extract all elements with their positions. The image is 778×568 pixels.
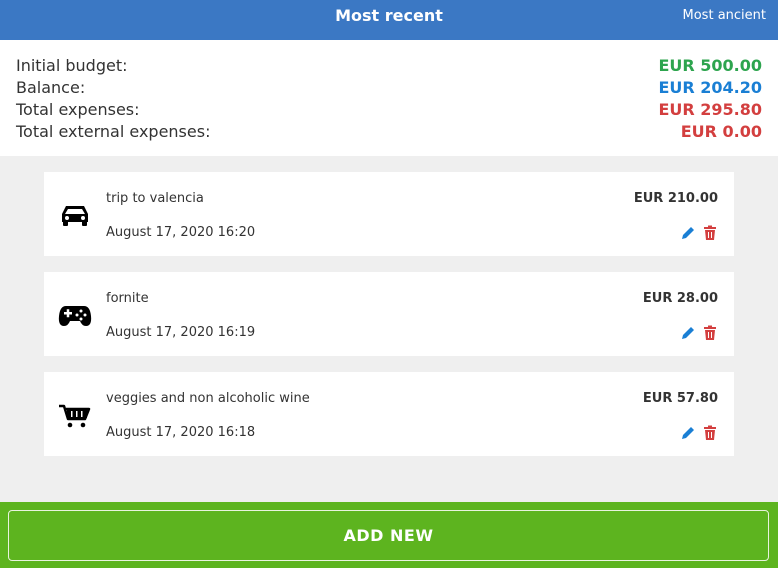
add-new-button[interactable]: ADD NEW: [8, 510, 769, 561]
summary-row-balance: Balance: EUR 204.20: [16, 78, 762, 100]
expense-card[interactable]: veggies and non alcoholic wine EUR 57.80…: [44, 372, 734, 456]
summary-row-total-external-expenses: Total external expenses: EUR 0.00: [16, 122, 762, 144]
summary-row-total-expenses: Total expenses: EUR 295.80: [16, 100, 762, 122]
trash-icon[interactable]: [702, 325, 718, 341]
expense-amount: EUR 57.80: [642, 391, 718, 406]
expense-card[interactable]: fornite EUR 28.00 August 17, 2020 16:19: [44, 272, 734, 356]
expense-date: August 17, 2020 16:20: [106, 225, 256, 240]
expense-date: August 17, 2020 16:18: [106, 425, 256, 440]
initial-budget-label: Initial budget:: [16, 56, 128, 75]
trash-icon[interactable]: [702, 225, 718, 241]
total-external-expenses-label: Total external expenses:: [16, 122, 211, 141]
pencil-icon[interactable]: [680, 225, 696, 241]
footer-bar: ADD NEW: [0, 502, 778, 568]
shopping-cart-icon: [59, 404, 91, 428]
trash-icon[interactable]: [702, 425, 718, 441]
expense-title: fornite: [106, 291, 149, 306]
pencil-icon[interactable]: [680, 325, 696, 341]
expense-amount: EUR 28.00: [642, 291, 718, 306]
pencil-icon[interactable]: [680, 425, 696, 441]
balance-label: Balance:: [16, 78, 86, 97]
expense-title: veggies and non alcoholic wine: [106, 391, 310, 406]
expense-card[interactable]: trip to valencia EUR 210.00 August 17, 2…: [44, 172, 734, 256]
tab-most-recent[interactable]: Most recent: [0, 6, 778, 25]
sort-tabs-bar: Most recent Most ancient: [0, 0, 778, 40]
expense-title: trip to valencia: [106, 191, 204, 206]
car-icon: [62, 206, 88, 226]
total-expenses-value: EUR 295.80: [658, 100, 762, 119]
gamepad-icon: [58, 306, 92, 326]
expense-list: trip to valencia EUR 210.00 August 17, 2…: [0, 156, 778, 502]
tab-most-ancient[interactable]: Most ancient: [683, 8, 766, 23]
budget-summary: Initial budget: EUR 500.00 Balance: EUR …: [0, 40, 778, 156]
total-external-expenses-value: EUR 0.00: [680, 122, 762, 141]
expense-date: August 17, 2020 16:19: [106, 325, 256, 340]
balance-value: EUR 204.20: [658, 78, 762, 97]
expense-amount: EUR 210.00: [633, 191, 718, 206]
initial-budget-value: EUR 500.00: [658, 56, 762, 75]
total-expenses-label: Total expenses:: [16, 100, 140, 119]
summary-row-initial-budget: Initial budget: EUR 500.00: [16, 56, 762, 78]
